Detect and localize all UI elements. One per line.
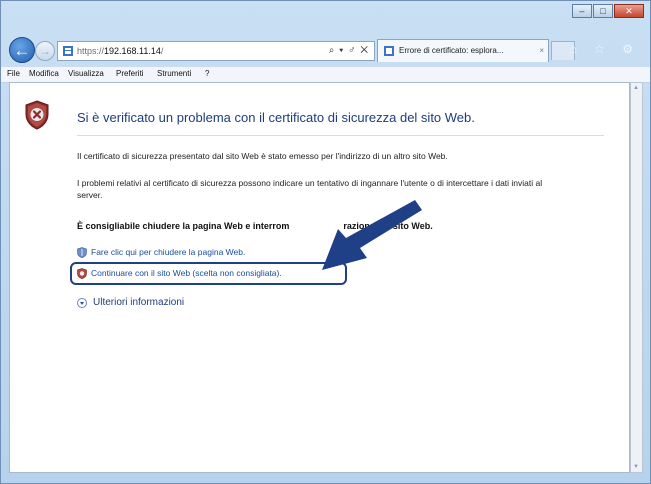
page-icon <box>384 46 394 56</box>
tab-certificate-error[interactable]: Errore di certificato: esplora... × <box>377 39 549 62</box>
certificate-issued-paragraph: Il certificato di sicurezza presentato d… <box>77 151 448 161</box>
forward-button[interactable]: → <box>35 41 55 61</box>
arrow-left-icon: ← <box>13 41 31 60</box>
vertical-scrollbar[interactable]: ▲ ▼ <box>630 82 643 473</box>
maximize-button[interactable]: □ <box>593 4 613 18</box>
continue-link-highlight <box>70 262 347 285</box>
caption-buttons: – □ ✕ <box>571 4 644 18</box>
menu-strumenti[interactable]: Strumenti <box>157 67 191 81</box>
callout-arrow-icon <box>322 200 422 270</box>
arrow-right-icon: → <box>39 44 51 58</box>
menu-preferiti[interactable]: Preferiti <box>116 67 144 81</box>
address-bar[interactable]: https://192.168.11.14/ ⌕ ▾ ♂ ✕ <box>57 41 375 61</box>
menu-visualizza[interactable]: Visualizza <box>68 67 104 81</box>
tab-title: Errore di certificato: esplora... <box>399 46 504 55</box>
minimize-button[interactable]: – <box>572 4 592 18</box>
scroll-down-icon[interactable]: ▼ <box>633 464 639 470</box>
shield-error-icon <box>25 100 49 130</box>
close-page-link[interactable]: Fare clic qui per chiudere la pagina Web… <box>91 247 245 257</box>
back-button[interactable]: ← <box>9 37 35 63</box>
menu-modifica[interactable]: Modifica <box>29 67 59 81</box>
navigation-row: ← → https://192.168.11.14/ ⌕ ▾ ♂ ✕ Error… <box>1 34 650 66</box>
page-title: Si è verificato un problema con il certi… <box>77 110 475 125</box>
expand-chevron-icon[interactable] <box>77 298 87 308</box>
divider <box>77 135 604 136</box>
menu-file[interactable]: File <box>7 67 20 81</box>
menu-bar: File Modifica Visualizza Preferiti Strum… <box>1 67 650 83</box>
address-url[interactable]: https://192.168.11.14/ <box>77 42 163 60</box>
page-icon <box>63 46 73 56</box>
scroll-up-icon[interactable]: ▲ <box>633 85 639 91</box>
toolbar-icons[interactable]: ⌂ ☆ ⚙ <box>570 42 640 56</box>
address-controls[interactable]: ⌕ ▾ ♂ ✕ <box>329 42 369 60</box>
shield-small-icon <box>77 247 87 258</box>
close-window-button[interactable]: ✕ <box>614 4 644 18</box>
menu-help[interactable]: ? <box>205 67 209 81</box>
more-info-link[interactable]: Ulteriori informazioni <box>93 297 184 308</box>
tab-close-icon[interactable]: × <box>539 40 544 62</box>
